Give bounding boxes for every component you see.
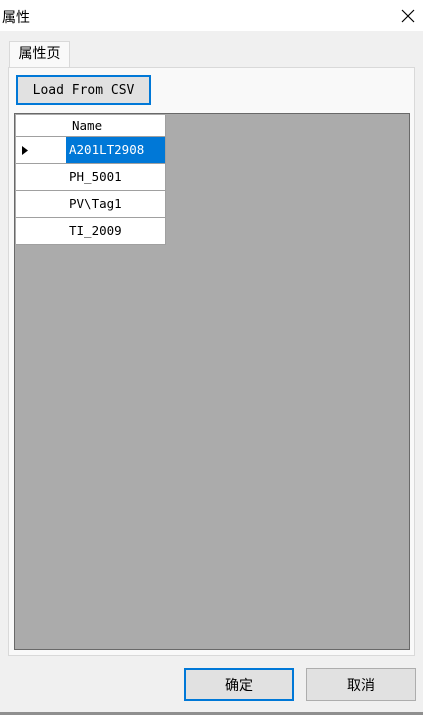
window-title: 属性 bbox=[2, 10, 30, 26]
load-from-csv-button[interactable]: Load From CSV bbox=[16, 75, 151, 105]
cell-text: TI_2009 bbox=[69, 223, 122, 238]
close-icon bbox=[401, 9, 414, 22]
cell-text: A201LT2908 bbox=[69, 142, 145, 157]
close-button[interactable] bbox=[392, 0, 423, 31]
row-header[interactable] bbox=[16, 164, 67, 191]
data-grid[interactable]: Name A201LT2908 PH_5001 PV\Tag1 TI_2009 bbox=[14, 113, 410, 650]
table-row-cell[interactable]: TI_2009 bbox=[66, 218, 166, 245]
triangle-right-icon bbox=[22, 146, 28, 155]
row-header[interactable] bbox=[16, 137, 67, 164]
table-row-cell[interactable]: PH_5001 bbox=[66, 164, 166, 191]
cell-text: PV\Tag1 bbox=[69, 196, 122, 211]
title-bar: 属性 bbox=[0, 0, 423, 31]
table-row-cell[interactable]: PV\Tag1 bbox=[66, 191, 166, 218]
ok-button[interactable]: 确定 bbox=[184, 668, 294, 701]
column-header-label: Name bbox=[72, 118, 103, 133]
cancel-button[interactable]: 取消 bbox=[306, 668, 416, 701]
row-header[interactable] bbox=[16, 218, 67, 245]
cell-text: PH_5001 bbox=[69, 169, 122, 184]
grid-corner-header[interactable] bbox=[16, 115, 67, 137]
tab-properties[interactable]: 属性页 bbox=[9, 41, 70, 67]
column-header-name[interactable]: Name bbox=[66, 115, 166, 137]
row-header[interactable] bbox=[16, 191, 67, 218]
table-row-cell[interactable]: A201LT2908 bbox=[66, 137, 166, 164]
